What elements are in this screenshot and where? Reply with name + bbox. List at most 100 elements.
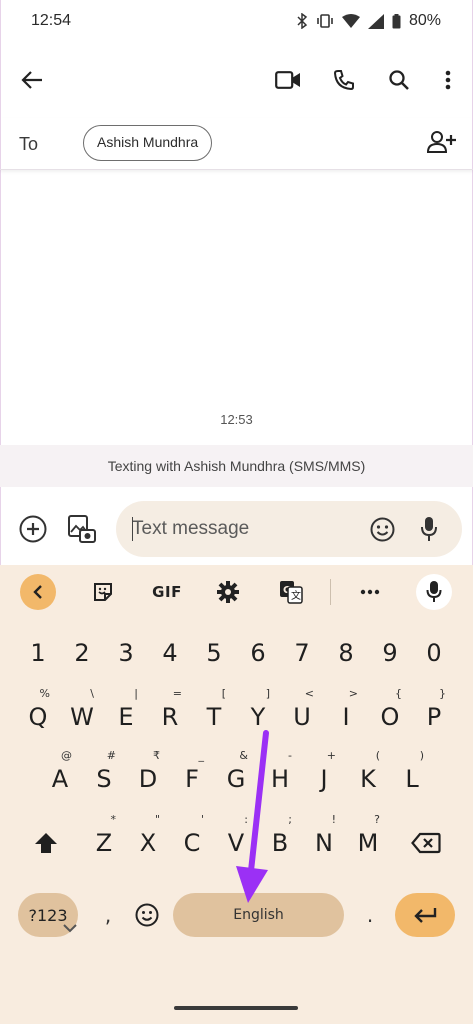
- key-t[interactable]: T[: [192, 687, 236, 745]
- more-options-icon[interactable]: [434, 66, 462, 94]
- period-key[interactable]: .: [358, 893, 382, 937]
- key-hint: #: [106, 749, 116, 762]
- key-hint: [: [221, 687, 226, 700]
- key-n[interactable]: N!: [302, 813, 346, 871]
- key-z[interactable]: Z *: [82, 813, 126, 871]
- video-call-icon[interactable]: [274, 66, 302, 94]
- key-hint: @: [61, 749, 72, 762]
- key-3[interactable]: 3: [104, 625, 148, 681]
- key-v[interactable]: V:: [214, 813, 258, 871]
- key-label: P: [426, 703, 442, 731]
- key-r[interactable]: R =: [148, 687, 192, 745]
- wifi-icon: [341, 14, 360, 28]
- recipient-chip[interactable]: Ashish Mundhra: [83, 125, 213, 161]
- key-hint: ]: [265, 687, 270, 700]
- key-p[interactable]: P}: [412, 687, 456, 745]
- key-label: O: [380, 703, 400, 731]
- backspace-key-icon[interactable]: [404, 815, 448, 871]
- key-hint: >: [348, 687, 358, 700]
- key-5[interactable]: 5: [192, 625, 236, 681]
- key-f[interactable]: F _: [170, 749, 214, 807]
- hide-keyboard-chevron-icon[interactable]: [62, 920, 78, 938]
- texting-info-banner: Texting with Ashish Mundhra (SMS/MMS): [0, 445, 473, 487]
- key-4[interactable]: 4: [148, 625, 192, 681]
- key-label: U: [293, 703, 311, 731]
- toolbar-collapse-chevron-icon[interactable]: [20, 574, 56, 610]
- key-e[interactable]: E |: [104, 687, 148, 745]
- key-w[interactable]: W \: [60, 687, 104, 745]
- key-hint: }: [439, 687, 446, 700]
- voice-message-mic-icon[interactable]: [420, 515, 438, 548]
- message-input[interactable]: [132, 515, 352, 543]
- key-label: S: [96, 765, 112, 793]
- voice-typing-mic-icon[interactable]: [416, 574, 452, 610]
- emoji-key-icon[interactable]: [132, 893, 162, 937]
- key-hint: !: [331, 813, 336, 826]
- key-u[interactable]: U <: [280, 687, 324, 745]
- key-label: I: [342, 703, 350, 731]
- key-h[interactable]: H-: [258, 749, 302, 807]
- gallery-camera-icon[interactable]: [67, 514, 97, 549]
- vibrate-icon: [316, 13, 334, 29]
- shift-key-icon[interactable]: [24, 815, 68, 871]
- key-hint: ': [200, 813, 204, 826]
- key-label: N: [315, 829, 333, 857]
- key-9[interactable]: 9: [368, 625, 412, 681]
- enter-key-icon[interactable]: [395, 893, 455, 937]
- key-label: W: [70, 703, 94, 731]
- key-b[interactable]: B;: [258, 813, 302, 871]
- add-contact-icon[interactable]: [426, 130, 457, 159]
- key-hint: ₹: [153, 749, 160, 762]
- key-2[interactable]: 2: [60, 625, 104, 681]
- emoji-icon[interactable]: [370, 517, 395, 547]
- more-horizontal-icon[interactable]: [355, 576, 385, 608]
- key-o[interactable]: O{: [368, 687, 412, 745]
- key-c[interactable]: C ': [170, 813, 214, 871]
- back-arrow-icon[interactable]: [18, 66, 46, 94]
- key-k[interactable]: K(: [346, 749, 390, 807]
- key-hint: ): [419, 749, 424, 762]
- key-label: A: [51, 765, 69, 793]
- key-hint: &: [239, 749, 248, 762]
- space-bar[interactable]: English: [173, 893, 344, 937]
- key-8[interactable]: 8: [324, 625, 368, 681]
- add-attachment-icon[interactable]: [19, 515, 47, 548]
- comma-key[interactable]: ,: [96, 893, 120, 937]
- translate-icon[interactable]: G文: [276, 576, 306, 608]
- key-q[interactable]: Q%: [16, 687, 60, 745]
- key-m[interactable]: M?: [346, 813, 390, 871]
- key-hint: |: [134, 687, 138, 700]
- key-label: Z: [95, 829, 113, 857]
- sticker-icon[interactable]: [88, 576, 118, 608]
- key-i[interactable]: I >: [324, 687, 368, 745]
- key-x[interactable]: X ": [126, 813, 170, 871]
- battery-icon: [392, 13, 401, 29]
- key-1[interactable]: 1: [16, 625, 60, 681]
- key-7[interactable]: 7: [280, 625, 324, 681]
- key-d[interactable]: D ₹: [126, 749, 170, 807]
- key-label: F: [185, 765, 199, 793]
- gesture-navigation-bar[interactable]: [174, 1006, 298, 1010]
- signal-icon: [367, 13, 384, 29]
- key-0[interactable]: 0: [412, 625, 456, 681]
- keyboard: GIF G文 1 2 3 4 5 6 7 8 9 0 Q% W \ E | R = T…: [0, 565, 473, 1024]
- key-label: M: [357, 829, 379, 857]
- key-label: T: [206, 703, 222, 731]
- key-hint: _: [198, 749, 205, 762]
- key-y[interactable]: Y]: [236, 687, 280, 745]
- status-time: 12:54: [31, 12, 72, 29]
- key-6[interactable]: 6: [236, 625, 280, 681]
- phone-call-icon[interactable]: [330, 66, 358, 94]
- gif-button[interactable]: GIF: [147, 576, 187, 608]
- key-s[interactable]: S #: [82, 749, 126, 807]
- key-hint: ": [154, 813, 160, 826]
- key-label: L: [405, 765, 419, 793]
- message-input-box[interactable]: [116, 501, 462, 557]
- key-j[interactable]: J +: [302, 749, 346, 807]
- key-l[interactable]: L): [390, 749, 434, 807]
- settings-gear-icon[interactable]: [213, 576, 243, 608]
- key-g[interactable]: G &: [214, 749, 258, 807]
- key-a[interactable]: A @: [38, 749, 82, 807]
- search-icon[interactable]: [385, 66, 413, 94]
- key-hint: =: [172, 687, 182, 700]
